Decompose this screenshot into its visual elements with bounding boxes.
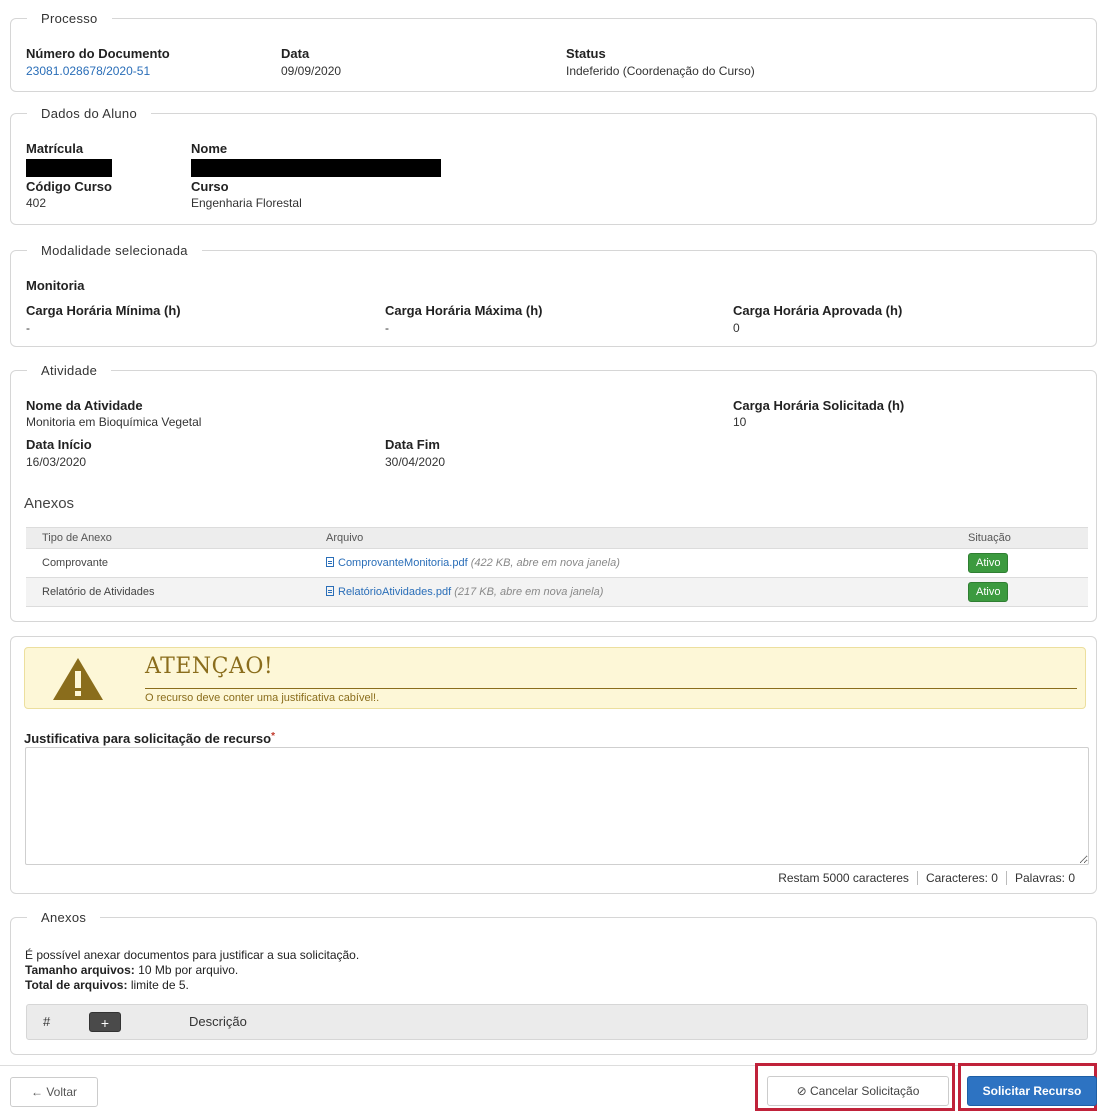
restam-caracteres: Restam 5000 caracteres [778,871,909,885]
file-icon [326,586,334,596]
justificativa-label: Justificativa para solicitação de recurs… [24,731,275,746]
data-inicio-value: 16/03/2020 [26,455,87,469]
atividade-legend: Atividade [27,362,112,380]
nome-redacted [191,159,441,177]
codigo-curso-label: Código Curso [26,179,112,194]
anexo-file-link[interactable]: RelatórioAtividades.pdf (217 KB, abre em… [326,586,603,598]
file-icon [326,557,334,567]
matricula-label: Matrícula [26,141,84,156]
dados-aluno-fieldset: Dados do Aluno Matrícula Nome Código Cur… [10,105,1097,225]
anexo-file-name: RelatórioAtividades.pdf [338,586,452,598]
voltar-button[interactable]: ← Voltar [10,1077,98,1107]
status-badge: Ativo [968,553,1009,573]
carga-minima-label: Carga Horária Mínima (h) [26,303,181,318]
char-counter: Restam 5000 caracteres Caracteres: 0 Pal… [770,871,1083,885]
codigo-curso-value: 402 [26,196,47,210]
numero-documento-link[interactable]: 23081.028678/2020-51 [26,64,150,79]
anexo-arquivo-cell: RelatórioAtividades.pdf (217 KB, abre em… [310,577,952,607]
col-descricao: Descrição [189,1014,247,1029]
carga-solicitada-value: 10 [733,415,747,429]
upload-anexos-legend: Anexos [27,909,101,927]
upload-total: Total de arquivos: limite de 5. [25,978,189,993]
matricula-redacted [26,159,112,177]
tamanho-label: Tamanho arquivos: [25,963,135,977]
status-value: Indeferido (Coordenação do Curso) [566,64,755,78]
anexo-file-link[interactable]: ComprovanteMonitoria.pdf (422 KB, abre e… [326,557,620,569]
caracteres-count: Caracteres: 0 [916,871,1006,885]
upload-table-header: # + Descrição [26,1004,1088,1040]
data-fim-label: Data Fim [385,437,440,452]
warning-divider [145,688,1077,689]
anexo-situacao-cell: Ativo [952,548,1088,578]
data-inicio-label: Data Início [26,437,92,452]
curso-value: Engenharia Florestal [191,196,302,210]
col-num: # [43,1014,51,1029]
anexo-tipo: Comprovante [26,548,310,578]
nome-atividade-label: Nome da Atividade [26,398,143,413]
warning-text: O recurso deve conter uma justificativa … [145,692,380,704]
upload-info: É possível anexar documentos para justif… [25,948,360,962]
data-label: Data [281,46,310,61]
anexos-title: Anexos [24,495,75,512]
anexo-file-meta: (422 KB, abre em nova janela) [470,557,620,569]
carga-maxima-value: - [385,321,389,335]
carga-solicitada-label: Carga Horária Solicitada (h) [733,398,905,413]
warning-title: ATENÇAO! [145,654,274,679]
upload-tamanho: Tamanho arquivos: 10 Mb por arquivo. [25,963,238,978]
data-fim-value: 30/04/2020 [385,455,446,469]
modalidade-fieldset: Modalidade selecionada Monitoria Carga H… [10,242,1097,347]
carga-aprovada-value: 0 [733,321,740,335]
anexo-arquivo-cell: ComprovanteMonitoria.pdf (422 KB, abre e… [310,548,952,578]
carga-maxima-label: Carga Horária Máxima (h) [385,303,543,318]
nome-atividade-value: Monitoria em Bioquímica Vegetal [26,415,202,429]
justificativa-textarea[interactable] [25,747,1089,865]
table-row: Relatório de Atividades RelatórioAtivida… [26,577,1088,607]
anexo-tipo: Relatório de Atividades [26,577,310,607]
carga-aprovada-label: Carga Horária Aprovada (h) [733,303,903,318]
col-arquivo: Arquivo [310,527,952,549]
processo-legend: Processo [27,10,112,28]
numero-documento-label: Número do Documento [26,46,170,61]
cancelar-solicitacao-button[interactable]: ⊘ Cancelar Solicitação [767,1076,949,1106]
table-row: Comprovante ComprovanteMonitoria.pdf (42… [26,548,1088,578]
curso-label: Curso [191,179,229,194]
processo-fieldset: Processo Número do Documento 23081.02867… [10,10,1097,92]
modalidade-name: Monitoria [26,278,85,293]
justificativa-label-text: Justificativa para solicitação de recurs… [24,731,272,746]
anexo-file-meta: (217 KB, abre em nova janela) [454,586,604,598]
anexo-situacao-cell: Ativo [952,577,1088,607]
status-label: Status [566,46,606,61]
col-situacao: Situação [952,527,1088,549]
col-tipo-anexo: Tipo de Anexo [26,527,310,549]
nome-label: Nome [191,141,228,156]
warning-alert: ATENÇAO! O recurso deve conter uma justi… [24,647,1086,709]
carga-minima-value: - [26,321,30,335]
anexo-file-name: ComprovanteMonitoria.pdf [338,557,468,569]
dados-aluno-legend: Dados do Aluno [27,105,151,123]
warning-triangle-icon [53,658,103,700]
solicitar-recurso-button[interactable]: Solicitar Recurso [967,1076,1097,1106]
anexos-table-header: Tipo de Anexo Arquivo Situação [26,527,1088,549]
data-value: 09/09/2020 [281,64,342,78]
total-value: limite de 5. [130,978,189,992]
add-attachment-button[interactable]: + [89,1012,121,1032]
total-label: Total de arquivos: [25,978,128,992]
tamanho-value: 10 Mb por arquivo. [138,963,239,977]
palavras-count: Palavras: 0 [1005,871,1083,885]
modalidade-legend: Modalidade selecionada [27,242,202,260]
required-mark: * [271,731,276,742]
anexos-table: Tipo de Anexo Arquivo Situação Comprovan… [26,527,1088,607]
status-badge: Ativo [968,582,1009,602]
